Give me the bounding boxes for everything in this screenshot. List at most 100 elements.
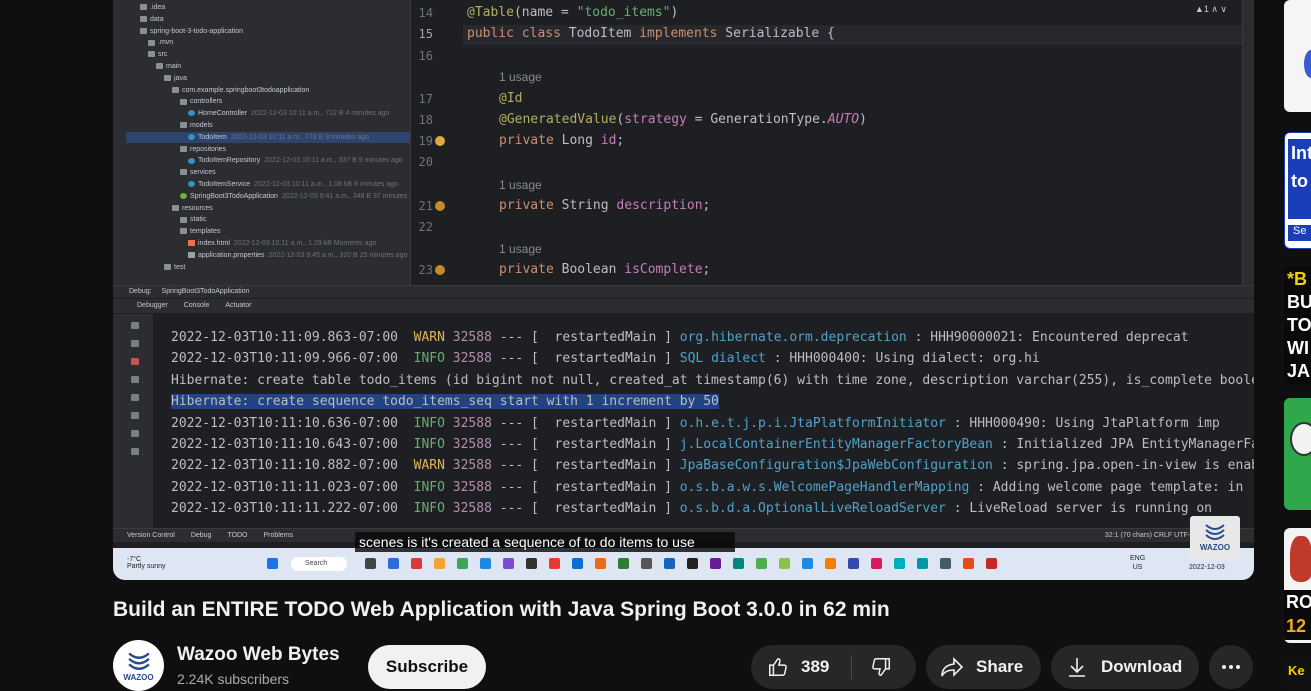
download-icon <box>1069 658 1085 677</box>
prop-icon <box>188 251 195 258</box>
mute-breakpoints-icon[interactable] <box>131 394 139 401</box>
java-icon <box>188 110 195 117</box>
debug-label: Debug: <box>129 288 152 295</box>
tab-debugger[interactable]: Debugger <box>137 302 168 309</box>
tree-item[interactable]: templates <box>126 226 410 237</box>
like-button[interactable]: 389 <box>751 645 851 689</box>
usage-hint[interactable]: 1 usage <box>499 70 542 84</box>
usage-hint[interactable]: 1 usage <box>499 242 542 256</box>
tree-item[interactable]: index.html 2022-12-03 10:11 a.m., 1.29 kB… <box>126 238 410 249</box>
gutter-marker-icon[interactable] <box>435 136 445 146</box>
taskbar-search: Search <box>291 557 347 571</box>
resume-icon[interactable] <box>131 340 139 347</box>
settings-icon[interactable] <box>131 430 139 437</box>
tree-item[interactable]: services <box>126 167 410 178</box>
recommended-thumbnail[interactable]: *B BU TO WI JA <box>1284 266 1311 384</box>
recommended-thumbnail[interactable]: Ke <box>1284 656 1311 691</box>
tree-item-label: services <box>190 169 216 177</box>
step-icon[interactable] <box>131 322 139 329</box>
tree-item[interactable]: .mvn <box>126 37 410 48</box>
tree-item[interactable]: java <box>126 73 410 84</box>
taskbar-app-icon <box>687 558 698 569</box>
tree-item[interactable]: repositories <box>126 144 410 155</box>
language-indicator: ENG US <box>1130 554 1145 572</box>
code-token: "todo_items" <box>576 5 671 20</box>
like-count: 389 <box>801 657 830 676</box>
tree-item[interactable]: TodoItemService 2022-12-03 10:11 a.m., 1.… <box>126 179 410 190</box>
tab-debug[interactable]: Debug <box>191 532 212 539</box>
log-pid: 32588 <box>452 415 492 431</box>
view-breakpoints-icon[interactable] <box>131 376 139 383</box>
camera-icon[interactable] <box>131 412 139 419</box>
recommended-thumbnail[interactable] <box>1284 398 1311 510</box>
tree-item[interactable]: .idea <box>126 2 410 13</box>
taskbar-app-icon <box>779 558 790 569</box>
thumbnail-text: TO <box>1287 315 1311 335</box>
log-logger: o.h.e.t.j.p.i.JtaPlatformInitiator <box>679 415 946 431</box>
code-line: private Boolean isComplete; <box>499 262 710 277</box>
pin-icon[interactable] <box>131 448 139 455</box>
download-button[interactable]: Download <box>1051 645 1199 689</box>
folder-icon <box>180 216 187 223</box>
channel-watermark[interactable]: WAZOO <box>1190 516 1240 560</box>
tree-item[interactable]: main <box>126 61 410 72</box>
code-line: public class TodoItem implements Seriali… <box>467 26 835 41</box>
editor-gutter: 14 15 16 17 18 19 20 21 22 23 <box>410 0 464 285</box>
dislike-button[interactable] <box>852 645 916 689</box>
code-token: Serializable { <box>725 26 835 41</box>
usage-hint[interactable]: 1 usage <box>499 178 542 192</box>
gutter-marker-icon[interactable] <box>435 201 445 211</box>
tab-todo[interactable]: TODO <box>227 532 247 539</box>
tree-item[interactable]: spring-boot-3-todo-application <box>126 26 410 37</box>
tree-item[interactable]: application.properties 2022-12-03 9:45 a.… <box>126 250 410 261</box>
console-line: 2022-12-03T10:11:09.966-07:00 INFO 32588… <box>171 351 1040 367</box>
tree-item[interactable]: controllers <box>126 96 410 107</box>
tab-problems[interactable]: Problems <box>263 532 293 539</box>
line-number: 18 <box>418 113 433 127</box>
video-player[interactable]: .idea data spring-boot-3-todo-application.… <box>113 0 1254 580</box>
language-code: ENG <box>1130 555 1146 562</box>
tab-actuator[interactable]: Actuator <box>225 302 251 309</box>
code-token: strategy <box>624 112 687 127</box>
recommended-thumbnail[interactable]: Int to Se <box>1284 132 1311 249</box>
taskbar-app-icon <box>756 558 767 569</box>
recommended-thumbnail[interactable] <box>1284 0 1311 112</box>
recommended-thumbnail[interactable]: RO 12 <box>1284 528 1311 643</box>
stop-icon[interactable] <box>131 358 139 365</box>
taskbar-app-icon <box>710 558 721 569</box>
code-token: isComplete <box>624 262 703 277</box>
tree-item[interactable]: test <box>126 262 410 273</box>
tree-item[interactable]: TodoItemRepository 2022-12-03 10:11 a.m.,… <box>126 155 410 166</box>
tree-item[interactable]: src <box>126 49 410 60</box>
tree-item-label: static <box>190 216 207 224</box>
log-logger: JpaBaseConfiguration$JpaWebConfiguration <box>679 458 993 474</box>
like-dislike-group: 389 <box>751 645 916 689</box>
more-actions-button[interactable] <box>1209 645 1253 689</box>
log-pid: 32588 <box>452 330 492 345</box>
region-code: US <box>1132 564 1143 571</box>
tree-item[interactable]: data <box>126 14 410 25</box>
tree-item[interactable]: static <box>126 214 410 225</box>
tab-console[interactable]: Console <box>184 302 210 309</box>
more-horizontal-icon <box>1222 665 1240 669</box>
tree-item[interactable]: resources <box>126 203 410 214</box>
share-button[interactable]: Share <box>926 645 1041 689</box>
folder-icon <box>140 4 147 11</box>
avatar[interactable]: WAZOO <box>113 640 164 691</box>
tree-item[interactable]: models <box>126 120 410 131</box>
console-line: 2022-12-03T10:11:11.023-07:00 INFO 32588… <box>171 479 1244 495</box>
channel-name[interactable]: Wazoo Web Bytes <box>177 644 340 666</box>
tree-item[interactable]: com.example.springboot3todoapplication <box>126 85 410 96</box>
tree-item-label: .mvn <box>158 39 174 47</box>
gutter-marker-icon[interactable] <box>435 265 445 275</box>
tree-item-label: models <box>190 122 213 129</box>
thumbs-up-icon <box>769 658 787 676</box>
tree-item[interactable]: SpringBoot3TodoApplication 2022-12-03 9:4… <box>126 191 410 202</box>
tree-item[interactable]: TodoItem 2022-12-03 10:11 a.m., 773 B 9 m… <box>126 131 410 143</box>
taskbar-app-icon <box>618 558 629 569</box>
tree-item[interactable]: HomeController 2022-12-03 10:11 a.m., 712… <box>126 108 410 119</box>
tree-item-label: application.properties <box>198 251 265 259</box>
tab-version-control[interactable]: Version Control <box>127 532 175 539</box>
subscribe-button[interactable]: Subscribe <box>368 645 486 689</box>
closed-caption: scenes is it's created a sequence of to … <box>355 532 735 552</box>
